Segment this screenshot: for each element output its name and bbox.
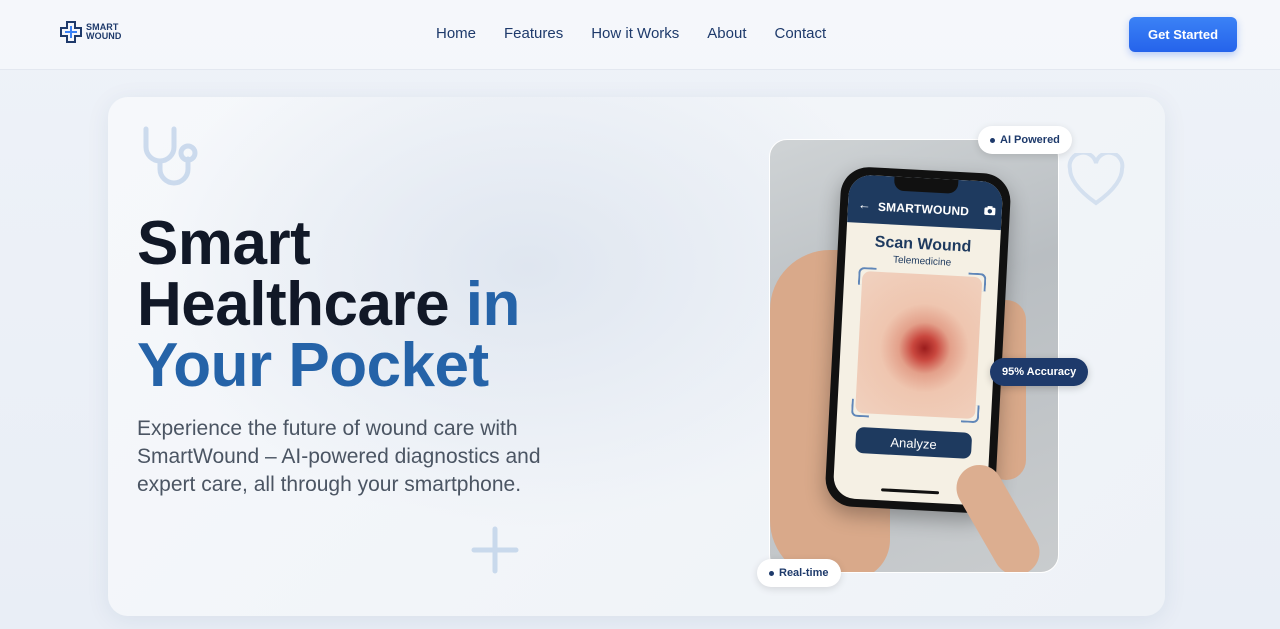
phone-screen: ← SMARTWOUND Scan Wound Telemedicine Ana…: [832, 174, 1004, 506]
nav-link-features[interactable]: Features: [504, 25, 563, 42]
scan-frame-corner: [967, 272, 987, 292]
back-arrow-icon: ←: [857, 196, 872, 213]
nav-links: Home Features How it Works About Contact: [436, 25, 826, 42]
plus-icon: [471, 526, 519, 574]
hero-subtext: Experience the future of wound care with…: [137, 417, 541, 496]
camera-icon: [984, 205, 996, 216]
scan-frame-corner: [850, 398, 870, 418]
phone-notch: [893, 176, 959, 194]
app-title: SMARTWOUND: [877, 199, 970, 219]
accuracy-label: 95% Accuracy: [1002, 366, 1077, 378]
pointing-finger-illustration: [948, 456, 1048, 572]
hero-card: Smart Healthcare in Your Pocket Experien…: [108, 97, 1165, 616]
hero-headline: Smart Healthcare in Your Pocket: [137, 213, 617, 397]
headline-part1: Smart: [137, 209, 311, 278]
headline-accent2: Your Pocket: [137, 331, 489, 400]
scan-frame-corner: [857, 266, 877, 286]
home-indicator: [881, 488, 940, 495]
app-bar: ← SMARTWOUND: [847, 174, 1004, 231]
headline-part2: Healthcare: [137, 270, 450, 339]
logo-text-line2: WOUND: [86, 31, 122, 41]
nav-link-home[interactable]: Home: [436, 25, 476, 42]
scan-frame-corner: [960, 404, 980, 424]
nav-link-about[interactable]: About: [707, 25, 746, 42]
ai-powered-label: AI Powered: [1000, 134, 1060, 146]
analyze-button[interactable]: Analyze: [855, 426, 973, 459]
ai-powered-badge: AI Powered: [978, 126, 1072, 154]
nav-link-how-it-works[interactable]: How it Works: [591, 25, 679, 42]
nav-link-contact[interactable]: Contact: [775, 25, 827, 42]
get-started-button[interactable]: Get Started: [1129, 17, 1237, 52]
dot-icon: [990, 137, 995, 143]
heart-icon: [1067, 153, 1125, 206]
wound-image: [855, 271, 983, 420]
stethoscope-icon: [143, 126, 198, 186]
hero-phone-photo: ← SMARTWOUND Scan Wound Telemedicine Ana…: [769, 139, 1059, 573]
dot-icon: [769, 570, 774, 576]
navbar: SMART WOUND Home Features How it Works A…: [0, 0, 1280, 70]
realtime-label: Real-time: [779, 567, 829, 579]
medical-cross-icon: [60, 21, 82, 43]
headline-accent1: in: [465, 270, 521, 339]
logo-text: SMART WOUND: [86, 23, 122, 41]
accuracy-badge: 95% Accuracy: [990, 358, 1089, 386]
realtime-badge: Real-time: [757, 559, 841, 587]
logo[interactable]: SMART WOUND: [59, 20, 122, 44]
smartphone-mockup: ← SMARTWOUND Scan Wound Telemedicine Ana…: [824, 165, 1012, 515]
